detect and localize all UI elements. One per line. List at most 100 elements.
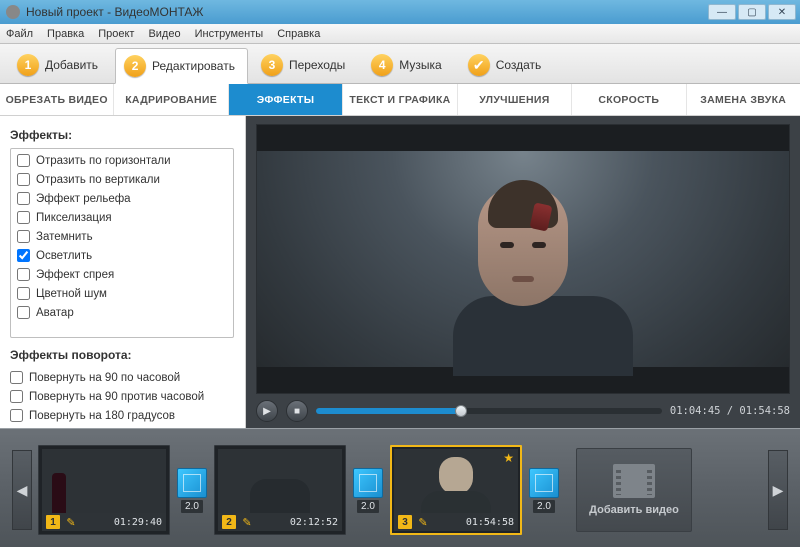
effect-lighten[interactable]: Осветлить: [11, 246, 233, 265]
tab-crop[interactable]: КАДРИРОВАНИЕ: [114, 84, 228, 115]
effects-list[interactable]: Отразить по горизонтали Отразить по верт…: [10, 148, 234, 338]
step-label: Добавить: [45, 58, 98, 72]
clip-duration: 02:12:52: [258, 517, 338, 528]
menu-file[interactable]: Файл: [6, 28, 33, 40]
menu-tools[interactable]: Инструменты: [195, 28, 264, 40]
effect-avatar[interactable]: Аватар: [11, 303, 233, 322]
clip-index: 2: [222, 515, 236, 529]
clip-3[interactable]: ★ 3 ✎ 01:54:58: [390, 445, 522, 535]
effect-spray[interactable]: Эффект спрея: [11, 265, 233, 284]
app-icon: [6, 5, 20, 19]
pencil-icon[interactable]: ✎: [240, 515, 254, 529]
timeline-next-button[interactable]: ▶: [768, 450, 788, 530]
effect-noise[interactable]: Цветной шум: [11, 284, 233, 303]
tab-audio[interactable]: ЗАМЕНА ЗВУКА: [687, 84, 800, 115]
rotate-180[interactable]: Повернуть на 180 градусов: [10, 406, 245, 425]
effect-flip-v[interactable]: Отразить по вертикали: [11, 170, 233, 189]
add-video-label: Добавить видео: [589, 504, 679, 516]
transition-icon[interactable]: [529, 468, 559, 498]
checkbox[interactable]: [10, 371, 23, 384]
rotation-header: Эффекты поворота:: [10, 348, 245, 362]
effect-pixel[interactable]: Пикселизация: [11, 208, 233, 227]
menu-video[interactable]: Видео: [148, 28, 180, 40]
minimize-button[interactable]: —: [708, 4, 736, 20]
tab-effects[interactable]: ЭФФЕКТЫ: [229, 84, 343, 115]
checkbox[interactable]: [17, 268, 30, 281]
seek-thumb[interactable]: [455, 405, 467, 417]
checkbox[interactable]: [17, 230, 30, 243]
step-number-icon: 1: [17, 54, 39, 76]
sub-tabs: ОБРЕЗАТЬ ВИДЕО КАДРИРОВАНИЕ ЭФФЕКТЫ ТЕКС…: [0, 84, 800, 116]
video-frame: [257, 125, 789, 393]
timeline-prev-button[interactable]: ◀: [12, 450, 32, 530]
checkbox[interactable]: [17, 173, 30, 186]
transition-1: 2.0: [176, 468, 208, 513]
effect-flip-h[interactable]: Отразить по горизонтали: [11, 151, 233, 170]
checkbox[interactable]: [17, 287, 30, 300]
seek-bar[interactable]: [316, 408, 662, 414]
checkbox[interactable]: [17, 154, 30, 167]
tab-speed[interactable]: СКОРОСТЬ: [572, 84, 686, 115]
rotation-list: Повернуть на 90 по часовой Повернуть на …: [10, 368, 245, 425]
menu-project[interactable]: Проект: [98, 28, 134, 40]
transition-icon[interactable]: [177, 468, 207, 498]
effect-darken[interactable]: Затемнить: [11, 227, 233, 246]
step-tabs: 1 Добавить 2 Редактировать 3 Переходы 4 …: [0, 44, 800, 84]
window-title: Новый проект - ВидеоМОНТАЖ: [26, 5, 706, 19]
clip-duration: 01:29:40: [82, 517, 162, 528]
tab-enhance[interactable]: УЛУЧШЕНИЯ: [458, 84, 572, 115]
transition-icon[interactable]: [353, 468, 383, 498]
clip-thumbnail: [42, 449, 166, 513]
step-number-icon: 4: [371, 54, 393, 76]
clip-index: 1: [46, 515, 60, 529]
clip-thumbnail: ★: [394, 449, 518, 513]
menu-help[interactable]: Справка: [277, 28, 320, 40]
transition-duration: 2.0: [357, 500, 379, 513]
transition-3: 2.0: [528, 468, 560, 513]
step-label: Музыка: [399, 58, 441, 72]
transition-duration: 2.0: [181, 500, 203, 513]
step-transitions[interactable]: 3 Переходы: [252, 47, 358, 83]
play-button[interactable]: ▶: [256, 400, 278, 422]
menu-edit[interactable]: Правка: [47, 28, 84, 40]
video-preview[interactable]: [256, 124, 790, 394]
clip-thumbnail: [218, 449, 342, 513]
checkbox[interactable]: [10, 390, 23, 403]
preview-panel: ▶ ■ 01:04:45 / 01:54:58: [246, 116, 800, 428]
checkbox[interactable]: [17, 249, 30, 262]
clip-2[interactable]: 2 ✎ 02:12:52: [214, 445, 346, 535]
clip-1[interactable]: 1 ✎ 01:29:40: [38, 445, 170, 535]
rotate-cw90[interactable]: Повернуть на 90 по часовой: [10, 368, 245, 387]
check-icon: ✔: [468, 54, 490, 76]
title-bar: Новый проект - ВидеоМОНТАЖ — ▢ ✕: [0, 0, 800, 24]
add-video-button[interactable]: Добавить видео: [576, 448, 692, 532]
checkbox[interactable]: [17, 306, 30, 319]
checkbox[interactable]: [17, 192, 30, 205]
effect-relief[interactable]: Эффект рельефа: [11, 189, 233, 208]
stop-button[interactable]: ■: [286, 400, 308, 422]
rotate-ccw90[interactable]: Повернуть на 90 против часовой: [10, 387, 245, 406]
time-display: 01:04:45 / 01:54:58: [670, 405, 790, 417]
step-music[interactable]: 4 Музыка: [362, 47, 454, 83]
step-create[interactable]: ✔ Создать: [459, 47, 555, 83]
step-label: Переходы: [289, 58, 345, 72]
maximize-button[interactable]: ▢: [738, 4, 766, 20]
tab-trim[interactable]: ОБРЕЗАТЬ ВИДЕО: [0, 84, 114, 115]
step-add[interactable]: 1 Добавить: [8, 47, 111, 83]
transition-duration: 2.0: [533, 500, 555, 513]
checkbox[interactable]: [17, 211, 30, 224]
step-number-icon: 3: [261, 54, 283, 76]
step-label: Создать: [496, 58, 542, 72]
menu-bar: Файл Правка Проект Видео Инструменты Спр…: [0, 24, 800, 44]
timeline: ◀ 1 ✎ 01:29:40 2.0 2 ✎ 02:12:52 2.0: [0, 429, 800, 547]
work-area: Эффекты: Отразить по горизонтали Отразит…: [0, 116, 800, 429]
pencil-icon[interactable]: ✎: [64, 515, 78, 529]
close-button[interactable]: ✕: [768, 4, 796, 20]
step-edit[interactable]: 2 Редактировать: [115, 48, 248, 84]
pencil-icon[interactable]: ✎: [416, 515, 430, 529]
effects-panel: Эффекты: Отразить по горизонтали Отразит…: [0, 116, 246, 428]
clip-duration: 01:54:58: [434, 517, 514, 528]
checkbox[interactable]: [10, 409, 23, 422]
step-label: Редактировать: [152, 59, 235, 73]
tab-text[interactable]: ТЕКСТ И ГРАФИКА: [343, 84, 457, 115]
